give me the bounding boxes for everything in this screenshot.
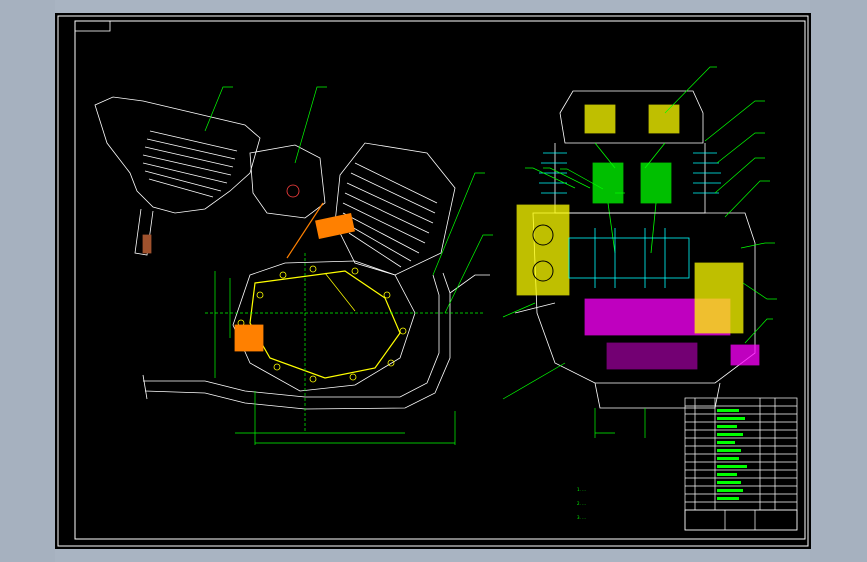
- side-view: [94, 96, 490, 410]
- window-margin-right: [810, 0, 867, 562]
- carb-jet: [286, 184, 300, 198]
- sheet-corner-box: [74, 20, 111, 32]
- note-line-1: 1. ...: [577, 487, 586, 492]
- output-sprocket: [514, 302, 556, 314]
- shift-lever: [730, 344, 760, 366]
- kickstarter-shaft: [234, 324, 264, 352]
- cylinder-block: [334, 142, 456, 276]
- note-line-2: 2. ...: [577, 501, 586, 506]
- section-fins: [539, 152, 721, 194]
- cylinder-fins: [342, 162, 438, 268]
- technical-notes: 1. ... 2. ... 3. ...: [577, 487, 586, 520]
- intake-manifold: [315, 212, 355, 240]
- cad-window: 1. ... 2. ... 3. ...: [0, 0, 867, 562]
- clutch-assembly: [694, 262, 744, 334]
- carburetor: [249, 144, 326, 219]
- cylinder-head: [559, 90, 704, 144]
- transmission-countershaft: [606, 342, 698, 370]
- oil-sump: [594, 382, 721, 409]
- crankcase-gasket-outline: [249, 270, 401, 379]
- section-view: [514, 90, 760, 409]
- camshaft-right: [648, 104, 680, 134]
- exhaust-muffler-end: [142, 374, 148, 400]
- crankshaft: [568, 237, 690, 279]
- air-filter-ribs: [142, 130, 238, 198]
- cylinder-barrel: [554, 143, 706, 214]
- crankcase-bolts: [237, 265, 407, 383]
- engine-assembly-drawing: 1. ... 2. ... 3. ...: [57, 15, 809, 547]
- drain-plug: [142, 234, 152, 254]
- piston-right: [640, 162, 672, 204]
- drawing-viewport[interactable]: 1. ... 2. ... 3. ...: [55, 13, 811, 549]
- title-block-footer: [684, 509, 798, 531]
- camshaft-left: [584, 104, 616, 134]
- note-line-3: 3. ...: [577, 515, 586, 520]
- window-margin-left: [0, 0, 55, 562]
- piston-left: [592, 162, 624, 204]
- crank-webs: [594, 228, 666, 288]
- air-filter-housing: [94, 96, 261, 214]
- exhaust-pipe-upper: [143, 274, 440, 398]
